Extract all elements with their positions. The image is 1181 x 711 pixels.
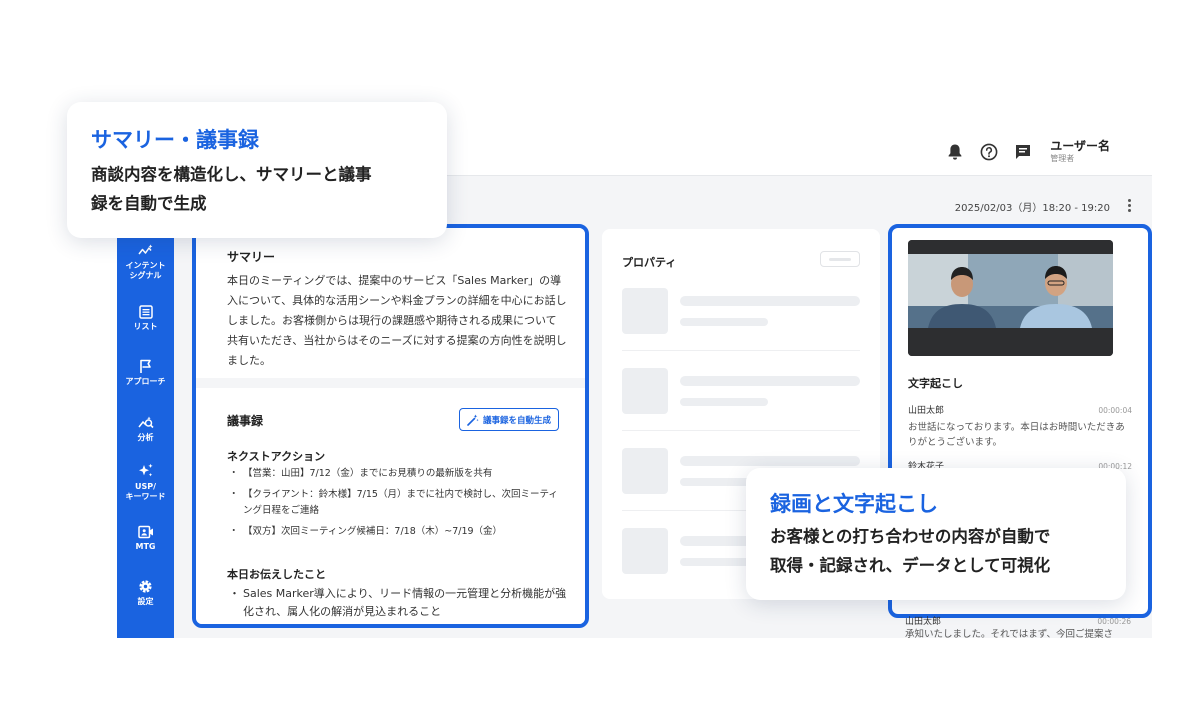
intent-signal-icon — [137, 244, 152, 255]
sidebar-item-intent-signal[interactable]: インテント シグナル — [117, 244, 174, 281]
sidebar-item-label: インテント シグナル — [125, 261, 166, 280]
properties-title: プロパティ — [622, 256, 677, 269]
skeleton-row — [622, 288, 860, 336]
skeleton-row — [622, 368, 860, 416]
flag-icon — [139, 359, 151, 373]
analysis-icon — [137, 416, 154, 429]
summary-section: サマリー 本日のミーティングでは、提案中のサービス「Sales Marker」の… — [196, 228, 585, 378]
sidebar-item-list[interactable]: リスト — [117, 305, 174, 332]
transcript-entry-overflow[interactable]: 山田太郎 00:00:26 承知いたしました。それではまず、今回ご提案さ — [905, 616, 1131, 638]
sparkle-icon — [138, 463, 153, 477]
sidebar-item-analysis[interactable]: 分析 — [117, 415, 174, 443]
callout-title: サマリー・議事録 — [91, 128, 259, 152]
transcript-title: 文字起こし — [908, 377, 963, 390]
list-item: 【営業：山田】7/12（金）までにお見積りの最新版を共有 — [227, 466, 567, 482]
chat-icon[interactable] — [1012, 141, 1034, 163]
timestamp: 00:00:04 — [1098, 406, 1132, 415]
user-name: ユーザー名 — [1050, 139, 1110, 153]
more-options-icon[interactable] — [1123, 195, 1135, 215]
sidebar-item-approach[interactable]: アプローチ — [117, 359, 174, 387]
gear-icon — [139, 580, 152, 593]
sidebar-item-label: MTG — [135, 542, 156, 551]
user-role: 管理者 — [1050, 154, 1075, 163]
summary-title: サマリー — [227, 250, 276, 264]
callout-title: 録画と文字起こし — [770, 492, 938, 516]
minutes-title: 議事録 — [227, 414, 264, 428]
timestamp: 00:00:26 — [1097, 617, 1131, 626]
sidebar-item-mtg[interactable]: MTG — [117, 525, 174, 552]
meeting-datetime: 2025/02/03（月）18:20 - 19:20 — [954, 203, 1110, 214]
divider — [622, 350, 860, 351]
next-action-list: 【営業：山田】7/12（金）までにお見積りの最新版を共有 【クライアント：鈴木様… — [227, 466, 567, 545]
meeting-video[interactable] — [908, 240, 1113, 356]
next-action-title: ネクストアクション — [227, 450, 326, 463]
sidebar-item-label: 分析 — [137, 433, 154, 442]
sidebar-item-label: リスト — [133, 322, 158, 331]
list-item: 【クライアント：鈴木様】7/15（月）までに社内で検討し、次回ミーティング日程を… — [227, 487, 567, 519]
callout-body: 商談内容を構造化し、サマリーと議事 録を自動で生成 — [91, 165, 372, 213]
generate-minutes-label: 議事録を自動生成 — [482, 415, 551, 426]
user-menu[interactable]: ユーザー名 管理者 — [1050, 139, 1110, 164]
minutes-section: 議事録 議事録を自動生成 ネクストアクション 【営業：山田】7/12（金）までに… — [196, 388, 585, 624]
divider — [622, 430, 860, 431]
told-list: Sales Marker導入により、リード情報の一元管理と分析機能が強化され、属… — [227, 585, 567, 624]
magic-wand-icon — [467, 414, 479, 426]
sidebar-item-usp-keyword[interactable]: USP/ キーワード — [117, 463, 174, 502]
video-frame-image — [908, 240, 1113, 356]
generate-minutes-button[interactable]: 議事録を自動生成 — [459, 408, 559, 431]
list-item: Sales Marker導入により、リード情報の一元管理と分析機能が強化され、属… — [227, 585, 567, 621]
sidebar-item-label: アプローチ — [125, 377, 166, 386]
list-item: 【双方】次回ミーティング候補日：7/18（木）~7/19（金） — [227, 524, 567, 540]
list-icon — [138, 305, 153, 319]
top-actions: ユーザー名 管理者 — [944, 139, 1110, 164]
summary-panel: サマリー 本日のミーティングでは、提案中のサービス「Sales Marker」の… — [192, 224, 589, 628]
summary-callout: サマリー・議事録 商談内容を構造化し、サマリーと議事 録を自動で生成 — [67, 102, 447, 238]
help-icon[interactable] — [978, 141, 1000, 163]
sidebar: インテント シグナル リスト アプローチ 分析 USP/ キーワード MTG 設… — [117, 176, 174, 638]
meeting-video-icon — [137, 525, 153, 539]
recording-callout: 録画と文字起こし お客様との打ち合わせの内容が自動で 取得・記録され、データとし… — [746, 468, 1126, 600]
transcript-text: 承知いたしました。それではまず、今回ご提案さ — [905, 629, 1114, 638]
callout-body: お客様との打ち合わせの内容が自動で 取得・記録され、データとして可視化 — [770, 527, 1051, 575]
told-title: 本日お伝えしたこと — [227, 568, 326, 581]
sidebar-item-label: USP/ キーワード — [125, 482, 166, 501]
properties-filter-pill[interactable] — [820, 251, 860, 267]
transcript-text: お世話になっております。本日はお時間いただきありがとうございます。 — [908, 422, 1125, 448]
transcript-entry[interactable]: 山田太郎 00:00:04 お世話になっております。本日はお時間いただきありがと… — [908, 404, 1132, 450]
sidebar-item-settings[interactable]: 設定 — [117, 579, 174, 607]
summary-text: 本日のミーティングでは、提案中のサービス「Sales Marker」の導入につい… — [227, 274, 567, 367]
bell-icon[interactable] — [944, 141, 966, 163]
sidebar-item-label: 設定 — [137, 597, 154, 606]
